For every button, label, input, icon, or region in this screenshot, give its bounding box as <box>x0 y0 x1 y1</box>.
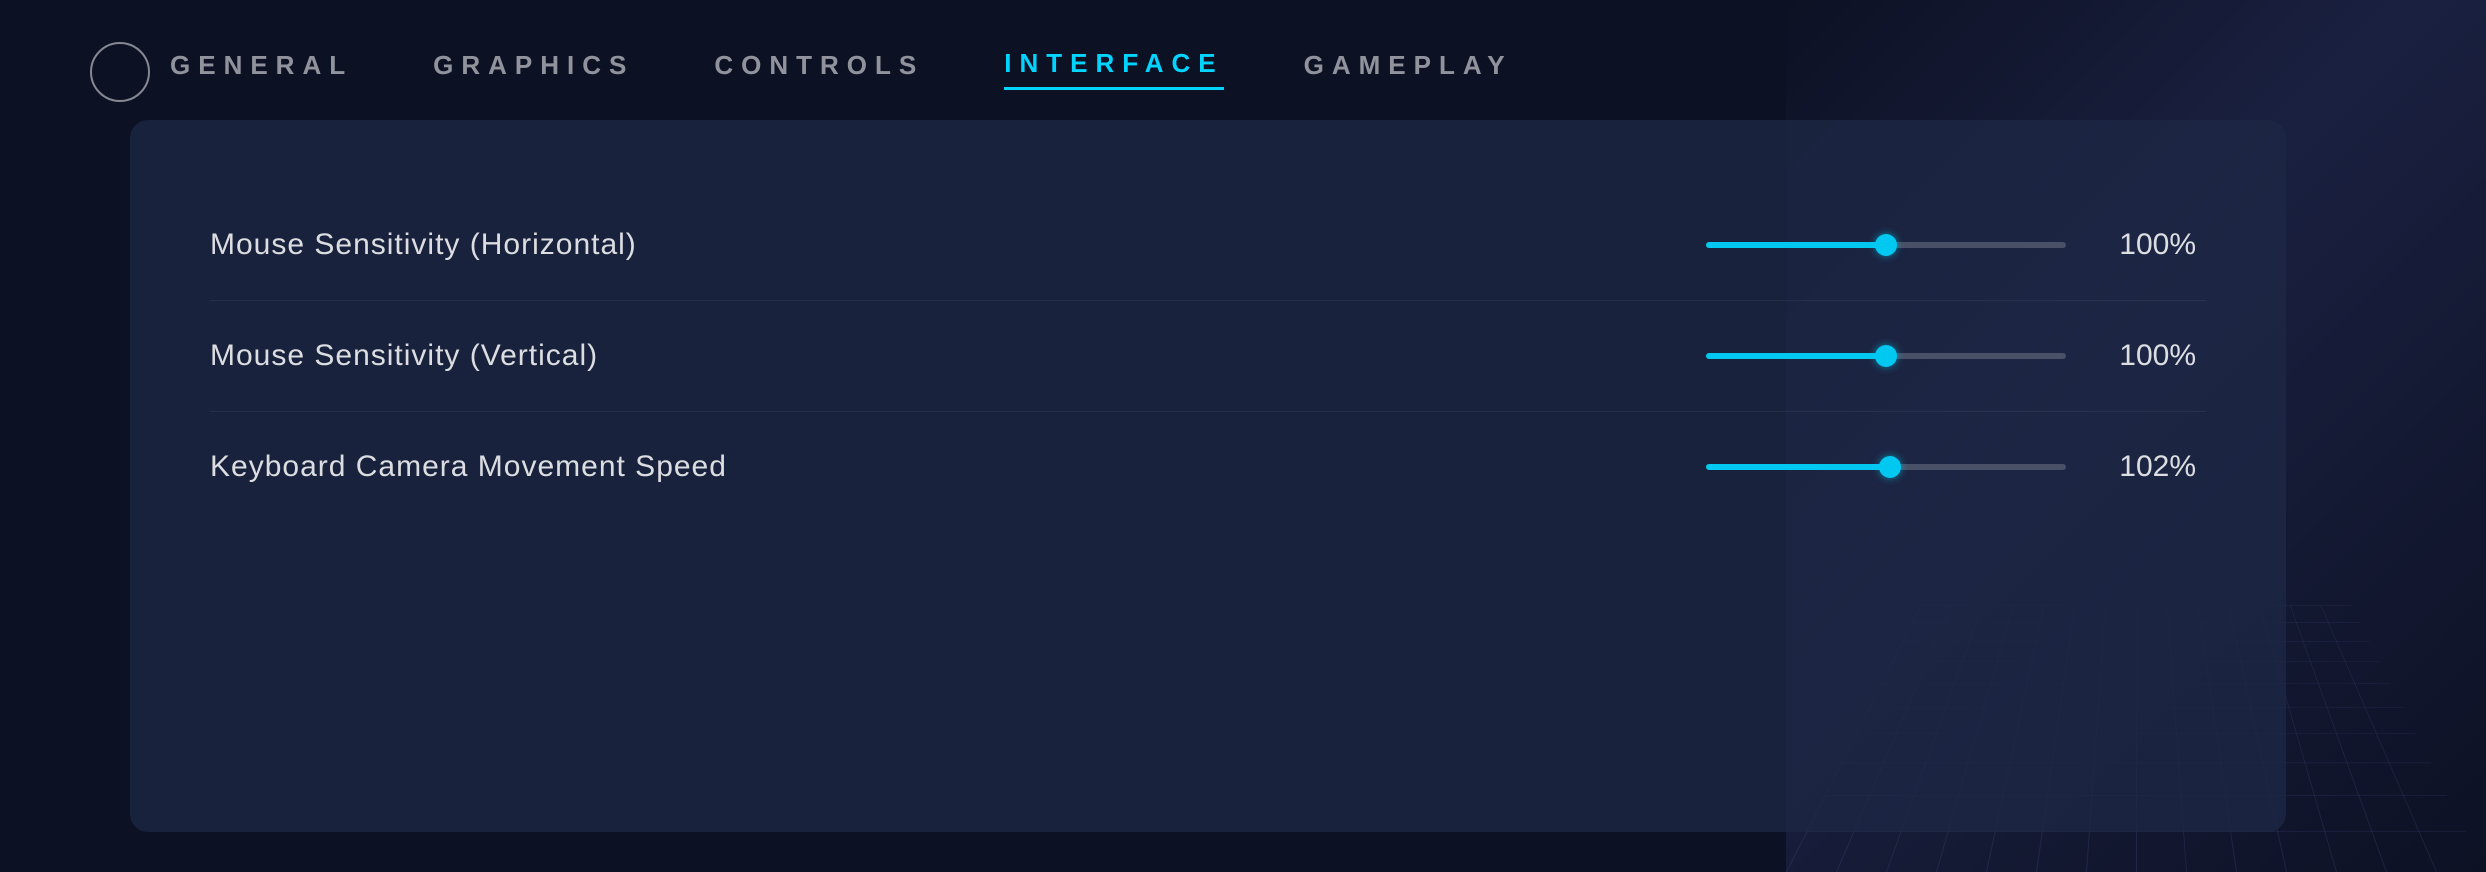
vertical-settings-label <box>0 0 80 872</box>
nav-item-general[interactable]: GENERAL <box>170 42 353 89</box>
setting-row-mouse-sensitivity-vertical: Mouse Sensitivity (Vertical) 100% <box>210 301 2206 412</box>
setting-value-mouse-sensitivity-horizontal: 100% <box>2106 228 2196 262</box>
setting-control-mouse-sensitivity-vertical: 100% <box>1706 339 2206 373</box>
back-button[interactable] <box>90 42 150 102</box>
slider-container-mouse-sensitivity-vertical <box>1706 352 2066 360</box>
setting-value-keyboard-camera-speed: 102% <box>2106 450 2196 484</box>
setting-value-mouse-sensitivity-vertical: 100% <box>2106 339 2196 373</box>
nav-item-graphics[interactable]: GRAPHICS <box>433 42 634 89</box>
settings-panel: Mouse Sensitivity (Horizontal)100%Mouse … <box>130 120 2286 832</box>
setting-control-mouse-sensitivity-horizontal: 100% <box>1706 228 2206 262</box>
setting-row-keyboard-camera-speed: Keyboard Camera Movement Speed 102% <box>210 412 2206 522</box>
nav-item-controls[interactable]: CONTROLS <box>714 42 924 89</box>
setting-label-keyboard-camera-speed: Keyboard Camera Movement Speed <box>210 450 727 484</box>
setting-label-mouse-sensitivity-vertical: Mouse Sensitivity (Vertical) <box>210 339 598 373</box>
slider-container-mouse-sensitivity-horizontal <box>1706 241 2066 249</box>
setting-control-keyboard-camera-speed: 102% <box>1706 450 2206 484</box>
top-navigation: GENERAL GRAPHICS CONTROLS INTERFACE GAMEPLAY <box>170 0 2486 130</box>
nav-item-interface[interactable]: INTERFACE <box>1004 40 1223 90</box>
nav-item-gameplay[interactable]: GAMEPLAY <box>1304 42 1513 89</box>
slider-container-keyboard-camera-speed <box>1706 463 2066 471</box>
setting-label-mouse-sensitivity-horizontal: Mouse Sensitivity (Horizontal) <box>210 228 637 262</box>
setting-row-mouse-sensitivity-horizontal: Mouse Sensitivity (Horizontal) 100% <box>210 190 2206 301</box>
